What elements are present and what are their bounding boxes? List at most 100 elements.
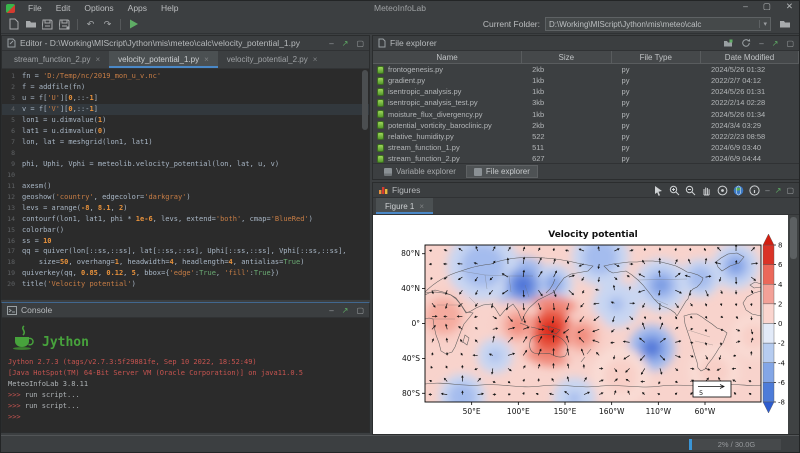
line-number: 5 bbox=[2, 116, 22, 124]
table-row[interactable]: relative_humidity.py522py2022/2/23 08:58 bbox=[373, 131, 799, 142]
figures-maximize-icon[interactable]: ▢ bbox=[786, 186, 794, 195]
figure-tab[interactable]: Figure 1 × bbox=[376, 198, 433, 214]
table-row[interactable]: gradient.py1kbpy2022/2/7 04:12 bbox=[373, 75, 799, 86]
chevron-down-icon[interactable]: ▾ bbox=[759, 20, 767, 28]
code-line: 5lon1 = u.dimvalue(1) bbox=[2, 115, 369, 126]
file-name-cell: stream_function_1.py bbox=[373, 143, 522, 152]
python-file-icon bbox=[377, 66, 384, 74]
file-cell: py bbox=[612, 154, 701, 163]
table-row[interactable]: stream_function_1.py511py2024/6/9 03:40 bbox=[373, 142, 799, 153]
line-number: 17 bbox=[2, 247, 22, 255]
editor-scrollbar[interactable] bbox=[362, 70, 368, 130]
code-text: levs = arange(-8, 8.1, 2) bbox=[22, 204, 127, 212]
column-header[interactable]: Name bbox=[373, 51, 522, 64]
table-row[interactable]: potential_vorticity_baroclinic.py2kbpy20… bbox=[373, 120, 799, 131]
explorer-tab-file-explorer[interactable]: File explorer bbox=[466, 165, 538, 178]
file-cell: py bbox=[612, 121, 701, 130]
line-number: 7 bbox=[2, 138, 22, 146]
file-cell: 2kb bbox=[522, 121, 611, 130]
file-cell: 1kb bbox=[522, 87, 611, 96]
figures-icon bbox=[378, 185, 388, 195]
editor-minimize-icon[interactable]: – bbox=[329, 39, 333, 48]
figure-scrollbar[interactable] bbox=[788, 215, 799, 434]
line-number: 13 bbox=[2, 204, 22, 212]
line-number: 11 bbox=[2, 182, 22, 190]
table-row[interactable]: isentropic_analysis_test.py3kbpy2022/2/1… bbox=[373, 97, 799, 108]
pointer-tool-icon[interactable] bbox=[653, 185, 664, 196]
editor-maximize-icon[interactable]: ▢ bbox=[356, 39, 364, 48]
menu-items: FileEditOptionsAppsHelp bbox=[21, 3, 186, 13]
new-file-icon[interactable] bbox=[6, 17, 21, 32]
file-explorer-maximize-icon[interactable]: ▢ bbox=[786, 39, 794, 48]
explorer-tab-variable-explorer[interactable]: Variable explorer bbox=[377, 165, 463, 178]
table-row[interactable]: moisture_flux_divergency.py1kbpy2024/5/2… bbox=[373, 109, 799, 120]
table-row[interactable]: frontogenesis.py2kbpy2024/5/26 01:32 bbox=[373, 64, 799, 75]
zoom-in-icon[interactable] bbox=[669, 185, 680, 196]
column-header[interactable]: File Type bbox=[612, 51, 701, 64]
menu-file[interactable]: File bbox=[21, 3, 49, 13]
undo-icon[interactable]: ↶ bbox=[83, 17, 98, 32]
file-explorer-float-icon[interactable]: ↗ bbox=[772, 39, 779, 48]
browse-folder-icon[interactable] bbox=[777, 17, 792, 32]
code-editor[interactable]: 1fn = 'D:/Temp/nc/2019_mon_u_v.nc'2f = a… bbox=[2, 69, 369, 299]
zoom-out-icon[interactable] bbox=[685, 185, 696, 196]
minimize-window-icon[interactable]: – bbox=[743, 1, 748, 12]
menu-help[interactable]: Help bbox=[154, 3, 185, 13]
file-cell: 511 bbox=[522, 143, 611, 152]
editor-float-icon[interactable]: ↗ bbox=[342, 39, 349, 48]
console-float-icon[interactable]: ↗ bbox=[342, 306, 349, 315]
editor-tab[interactable]: velocity_potential_2.py× bbox=[218, 51, 327, 68]
tab-close-icon[interactable]: × bbox=[96, 55, 101, 64]
zoom-full-extent-icon[interactable] bbox=[717, 185, 728, 196]
code-text: lon, lat = meshgrid(lon1, lat1) bbox=[22, 138, 153, 146]
parent-folder-icon[interactable] bbox=[723, 39, 733, 48]
open-file-icon[interactable] bbox=[23, 17, 38, 32]
python-file-icon bbox=[377, 132, 384, 140]
column-header[interactable]: Size bbox=[522, 51, 611, 64]
file-cell: py bbox=[612, 87, 701, 96]
console-output[interactable]: Jython Jython 2.7.3 (tags/v2.7.3:5f29881… bbox=[2, 318, 369, 432]
save-as-icon[interactable] bbox=[57, 17, 72, 32]
svg-text:150°E: 150°E bbox=[554, 407, 577, 416]
code-text: contourf(lon1, lat1, phi * 1e-6, levs, e… bbox=[22, 215, 313, 223]
console-minimize-icon[interactable]: – bbox=[329, 306, 333, 315]
save-icon[interactable] bbox=[40, 17, 55, 32]
redo-icon[interactable]: ↷ bbox=[100, 17, 115, 32]
column-header[interactable]: Date Modified bbox=[701, 51, 799, 64]
menu-apps[interactable]: Apps bbox=[121, 3, 154, 13]
tab-close-icon[interactable]: × bbox=[419, 202, 424, 211]
editor-tab[interactable]: stream_function_2.py× bbox=[5, 51, 109, 68]
file-name-cell: isentropic_analysis.py bbox=[373, 87, 522, 96]
current-folder-combo[interactable]: D:\Working\MIScript\Jython\mis\meteo\cal… bbox=[545, 17, 771, 31]
file-table-header: NameSizeFile TypeDate Modified bbox=[373, 51, 799, 64]
console-line: Jython 2.7.3 (tags/v2.7.3:5f29881fe, Sep… bbox=[8, 356, 363, 367]
tab-close-icon[interactable]: × bbox=[313, 55, 318, 64]
file-table: frontogenesis.py2kbpy2024/5/26 01:32grad… bbox=[373, 64, 799, 164]
globe-icon[interactable] bbox=[733, 185, 744, 196]
run-script-icon[interactable] bbox=[126, 17, 141, 32]
code-line: 13levs = arange(-8, 8.1, 2) bbox=[2, 202, 369, 213]
menu-edit[interactable]: Edit bbox=[49, 3, 78, 13]
console-maximize-icon[interactable]: ▢ bbox=[356, 306, 364, 315]
figures-minimize-icon[interactable]: – bbox=[765, 186, 769, 195]
file-cell: py bbox=[612, 143, 701, 152]
figure-canvas[interactable]: Velocity potential50°E100°E150°E160°W110… bbox=[373, 215, 788, 434]
menu-options[interactable]: Options bbox=[77, 3, 120, 13]
svg-text:-2: -2 bbox=[778, 340, 785, 348]
svg-text:100°E: 100°E bbox=[507, 407, 530, 416]
tab-close-icon[interactable]: × bbox=[204, 55, 209, 64]
refresh-icon[interactable] bbox=[741, 38, 751, 48]
figures-panel: Figures – ↗ ▢ Figure 1 × bbox=[372, 182, 800, 435]
table-row[interactable]: isentropic_analysis.py1kbpy2024/5/26 01:… bbox=[373, 86, 799, 97]
jython-logo-icon bbox=[10, 323, 36, 353]
line-number: 1 bbox=[2, 72, 22, 80]
maximize-window-icon[interactable]: ▢ bbox=[763, 1, 771, 12]
file-explorer-minimize-icon[interactable]: – bbox=[759, 39, 763, 48]
code-text: geoshow('country', edgecolor='darkgray') bbox=[22, 193, 191, 201]
info-icon[interactable] bbox=[749, 185, 760, 196]
file-name-cell: gradient.py bbox=[373, 76, 522, 85]
editor-tab[interactable]: velocity_potential_1.py× bbox=[109, 51, 218, 68]
close-window-icon[interactable]: ✕ bbox=[786, 1, 793, 12]
pan-tool-icon[interactable] bbox=[701, 185, 712, 196]
figures-float-icon[interactable]: ↗ bbox=[775, 186, 782, 195]
